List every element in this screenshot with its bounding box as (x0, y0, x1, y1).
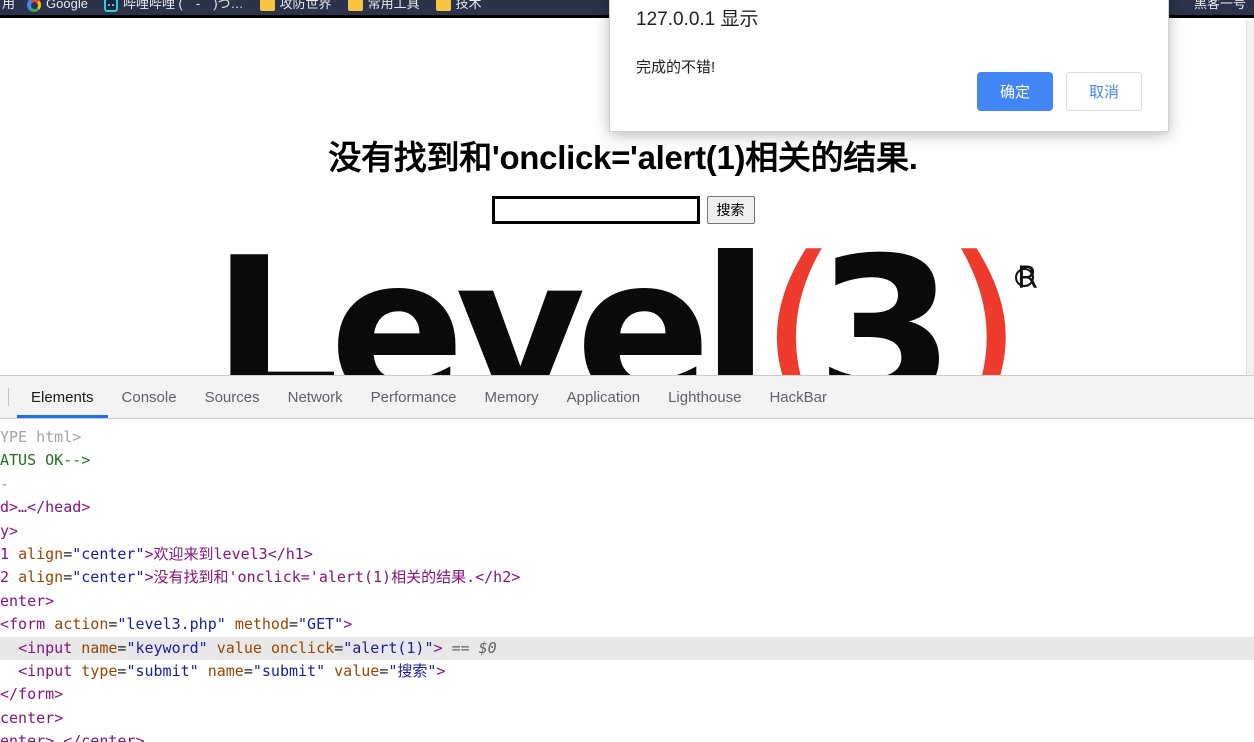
dom-tree-line[interactable]: - (0, 473, 1254, 496)
bookmark-item-clipped[interactable]: 用 (0, 0, 19, 13)
bookmark-label: 哔哩哔哩 (゜-゜)つ… (122, 0, 244, 11)
bookmark-label: 攻防世界 (279, 0, 332, 11)
tab-hackbar[interactable]: HackBar (755, 377, 841, 418)
folder-icon (347, 0, 363, 11)
dom-tree-line[interactable]: YPE html> (0, 426, 1254, 449)
tab-network[interactable]: Network (274, 377, 357, 418)
bookmark-item-google[interactable]: Google (19, 0, 96, 13)
dom-tree-line[interactable]: center> (0, 707, 1254, 730)
folder-icon (259, 0, 275, 11)
tab-sources[interactable]: Sources (191, 377, 274, 418)
dom-tree-line[interactable]: enter> (0, 590, 1254, 613)
dialog-title: 127.0.0.1 显示 (636, 9, 759, 30)
dom-tree-line[interactable]: y> (0, 520, 1254, 543)
dom-tree-line[interactable]: 1 align="center">欢迎来到level3</h1> (0, 543, 1254, 566)
dom-tree-line[interactable]: enter>…</center> (0, 730, 1254, 742)
logo-paren-open: ( (759, 246, 838, 375)
registered-trademark-icon: R (1014, 261, 1038, 296)
bookmark-folder-gongfangshijie[interactable]: 攻防世界 (252, 0, 340, 13)
bilibili-icon (103, 0, 118, 12)
dom-tree-line[interactable]: <input name="keyword" value onclick="ale… (0, 636, 1254, 660)
page-heading-no-results: 没有找到和'onclick='alert(1)相关的结果. (328, 139, 918, 176)
logo-digit-three: 3 (815, 246, 955, 375)
bookmark-label: Google (46, 0, 88, 11)
tab-elements[interactable]: Elements (17, 377, 108, 418)
tab-console[interactable]: Console (108, 377, 191, 418)
bookmark-label: 技术 (455, 0, 482, 11)
level3-logo: Level ( 3 ) R (0, 246, 1246, 375)
bookmark-label: 用 (2, 0, 16, 11)
bookmark-item-heikeyihao[interactable]: 黑客一号 (1186, 0, 1254, 13)
dom-tree-panel[interactable]: YPE html> ATUS OK--> - d>…</head> y> 1 align=… (0, 419, 1254, 742)
tab-divider (8, 388, 9, 406)
bookmark-item-bilibili[interactable]: 哔哩哔哩 (゜-゜)つ… (96, 0, 252, 13)
tab-lighthouse[interactable]: Lighthouse (654, 377, 755, 418)
dom-tree-line[interactable]: ATUS OK--> (0, 449, 1254, 472)
bookmark-folder-jishu[interactable]: 技术 (428, 0, 490, 13)
dom-tree-line[interactable]: </form> (0, 683, 1254, 706)
tab-performance[interactable]: Performance (357, 377, 471, 418)
dom-tree-line[interactable]: <form action="level3.php" method="GET"> (0, 613, 1254, 636)
dialog-ok-button[interactable]: 确定 (976, 72, 1053, 111)
bookmark-folder-changyonggongju[interactable]: 常用工具 (340, 0, 428, 13)
dialog-button-row: 确定 取消 (976, 72, 1142, 111)
folder-icon (435, 0, 451, 11)
tab-application[interactable]: Application (553, 377, 654, 418)
search-form: 搜索 (0, 196, 1246, 224)
bookmark-label: 常用工具 (367, 0, 420, 11)
devtools-tab-bar: Elements Console Sources Network Perform… (0, 376, 1254, 419)
dialog-cancel-button[interactable]: 取消 (1065, 72, 1142, 111)
devtools-panel: Elements Console Sources Network Perform… (0, 375, 1254, 742)
dom-tree-line[interactable]: 2 align="center">没有找到和'onclick='alert(1)… (0, 566, 1254, 589)
javascript-alert-dialog: 127.0.0.1 显示 完成的不错! 确定 取消 (609, 0, 1169, 132)
dom-tree-line[interactable]: <input type="submit" name="submit" value… (0, 660, 1254, 683)
page-vertical-scrollbar[interactable] (1246, 21, 1254, 375)
dom-tree-line[interactable]: d>…</head> (0, 496, 1254, 519)
logo-paren-close: ) (944, 246, 1023, 375)
google-icon (27, 0, 42, 12)
tab-memory[interactable]: Memory (471, 377, 553, 418)
logo-word-level: Level (212, 246, 770, 375)
search-input[interactable] (491, 196, 700, 224)
bookmark-label: 黑客一号 (1193, 0, 1246, 11)
level3-logo-text: Level ( 3 ) R (212, 246, 1038, 375)
search-submit-button[interactable]: 搜索 (706, 196, 755, 224)
